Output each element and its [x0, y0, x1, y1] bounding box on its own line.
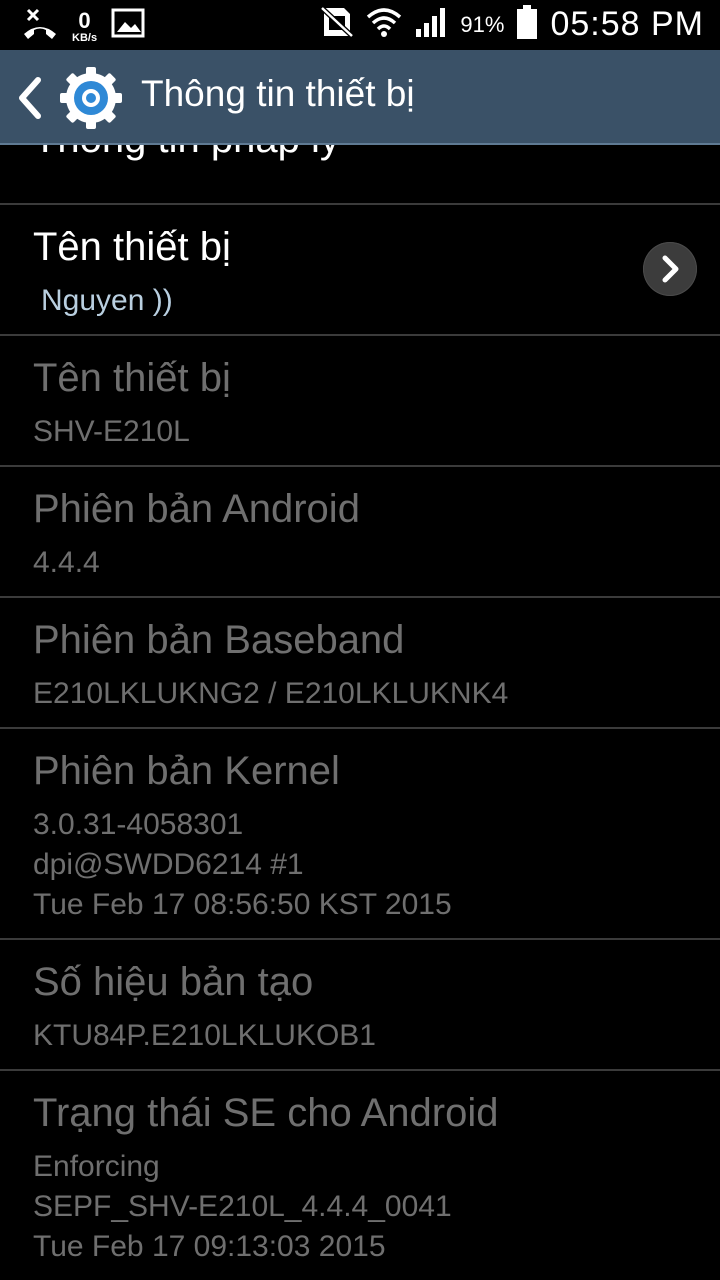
list-item-title: Thông tin pháp lý	[33, 145, 340, 162]
action-bar: Thông tin thiết bị	[0, 50, 720, 145]
list-item-summary: E210LKLUKNG2 / E210LKLUKNK4	[33, 677, 509, 710]
chevron-left-icon	[10, 77, 50, 124]
list-item-title: Phiên bản Kernel	[33, 749, 340, 793]
network-speed-unit: KB/s	[72, 31, 98, 44]
list-item-summary: KTU84P.E210LKLUKOB1	[33, 1019, 376, 1052]
list-item-se-android-status: Trạng thái SE cho Android Enforcing SEPF…	[0, 1071, 720, 1280]
network-speed-value: 0	[78, 7, 91, 33]
battery-icon	[516, 4, 538, 45]
list-item-kernel-version: Phiên bản Kernel 3.0.31-4058301 dpi@SWDD…	[0, 729, 720, 938]
list-item-summary-line: 3.0.31-4058301	[33, 808, 244, 841]
chevron-right-icon	[643, 255, 697, 300]
missed-call-icon	[22, 6, 58, 45]
clock: 05:58 PM	[550, 5, 704, 43]
list-item-legal-info[interactable]: Thông tin pháp lý	[0, 145, 720, 205]
battery-percent: 91%	[460, 11, 505, 37]
list-item-title: Tên thiết bị	[33, 356, 231, 400]
list-item-summary: SHV-E210L	[33, 415, 190, 448]
list-item-build-number: Số hiệu bản tạo KTU84P.E210LKLUKOB1	[0, 940, 720, 1069]
list-item-title: Trạng thái SE cho Android	[33, 1091, 499, 1135]
status-bar: 0 KB/s 91% 05:58 PM	[0, 0, 720, 50]
list-item-android-version: Phiên bản Android 4.4.4	[0, 467, 720, 596]
list-item-title: Tên thiết bị	[33, 225, 231, 269]
list-item-summary: Nguyen ))	[41, 284, 173, 317]
image-icon	[111, 8, 145, 43]
list-item-summary-line: Enforcing	[33, 1150, 160, 1183]
list-item-summary-line: Tue Feb 17 09:13:03 2015	[33, 1230, 386, 1263]
list-item-title: Phiên bản Android	[33, 487, 360, 531]
back-button[interactable]	[10, 76, 50, 120]
list-item-device-name[interactable]: Tên thiết bị Nguyen ))	[0, 205, 720, 334]
list-item-summary-line: Tue Feb 17 08:56:50 KST 2015	[33, 888, 452, 921]
list-item-title: Số hiệu bản tạo	[33, 960, 314, 1004]
list-item-summary-line: dpi@SWDD6214 #1	[33, 848, 304, 881]
page-title: Thông tin thiết bị	[141, 73, 415, 114]
network-speed: 0 KB/s	[72, 7, 98, 44]
list-item-summary: 4.4.4	[33, 546, 100, 579]
list-item-model: Tên thiết bị SHV-E210L	[0, 336, 720, 465]
settings-gear-icon	[58, 65, 124, 131]
list-item-title: Phiên bản Baseband	[33, 618, 405, 662]
no-sim-icon	[320, 6, 355, 43]
list-item-summary-line: SEPF_SHV-E210L_4.4.4_0041	[33, 1190, 452, 1223]
wifi-icon	[366, 5, 402, 44]
signal-icon	[414, 5, 448, 44]
list-item-baseband-version: Phiên bản Baseband E210LKLUKNG2 / E210LK…	[0, 598, 720, 727]
chevron-right-button[interactable]	[643, 242, 697, 296]
